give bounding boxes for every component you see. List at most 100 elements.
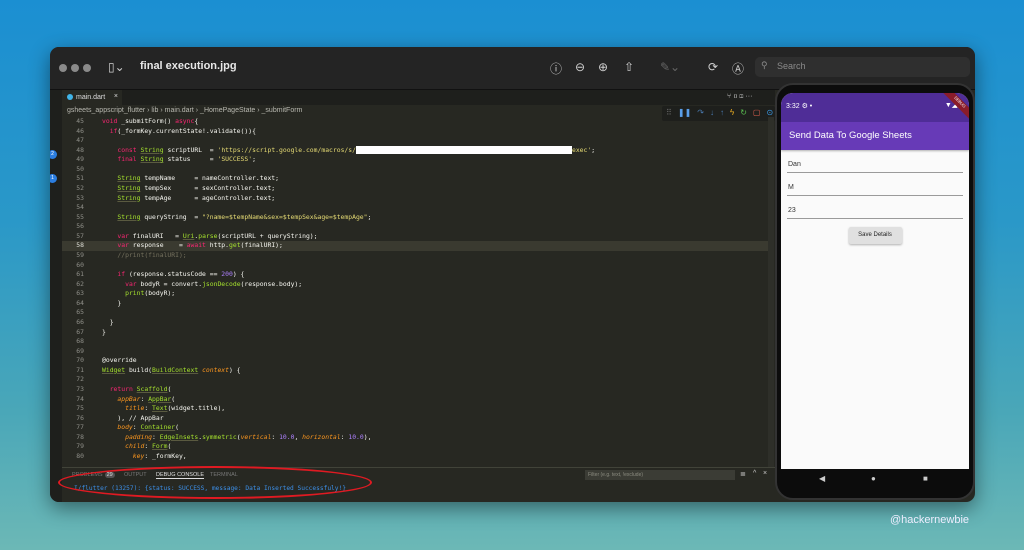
line-number[interactable]: 76 <box>62 414 84 424</box>
code-line[interactable]: 66 } <box>62 318 770 328</box>
line-number[interactable]: 70 <box>62 356 84 366</box>
info-icon[interactable]: ⓘ <box>550 60 562 77</box>
line-number[interactable]: 67 <box>62 328 84 338</box>
minimize-window-button[interactable] <box>71 64 79 72</box>
devtools-icon[interactable]: ⊙ <box>766 108 773 117</box>
step-out-icon[interactable]: ↑ <box>720 108 724 117</box>
code-line[interactable]: 72 <box>62 375 770 385</box>
code-line[interactable]: 68 <box>62 337 770 347</box>
code-line[interactable]: 74 appBar: AppBar( <box>62 395 770 405</box>
line-number[interactable]: 78 <box>62 433 84 443</box>
line-number[interactable]: 62 <box>62 280 84 290</box>
code-line[interactable]: 47 <box>62 136 770 146</box>
line-number[interactable]: 49 <box>62 155 84 165</box>
close-panel-icon[interactable]: × <box>763 470 767 477</box>
code-line[interactable]: 58 var response = await http.get(finalUR… <box>62 241 770 251</box>
line-number[interactable]: 72 <box>62 375 84 385</box>
tab-main-dart[interactable]: main.dart × <box>62 90 122 105</box>
step-over-icon[interactable]: ↷ <box>697 108 704 117</box>
line-number[interactable]: 61 <box>62 270 84 280</box>
code-line[interactable]: 60 <box>62 261 770 271</box>
line-number[interactable]: 51 <box>62 174 84 184</box>
code-line[interactable]: 45 void _submitForm() async{ <box>62 117 770 127</box>
line-number[interactable]: 47 <box>62 136 84 146</box>
sidebar-toggle-icon[interactable]: ▯⌄ <box>108 60 125 74</box>
home-icon[interactable]: ● <box>871 474 876 483</box>
code-line[interactable]: 61 if (response.statusCode == 200) { <box>62 270 770 280</box>
zoom-in-icon[interactable]: ⊕ <box>598 60 608 74</box>
markup-icon[interactable]: Ⓐ <box>732 60 744 77</box>
markup-pen-icon[interactable]: ✎⌄ <box>660 60 680 74</box>
line-number[interactable]: 54 <box>62 203 84 213</box>
line-number[interactable]: 45 <box>62 117 84 127</box>
clear-console-icon[interactable]: ≣ <box>740 470 746 478</box>
code-line[interactable]: 77 body: Container( <box>62 423 770 433</box>
line-number[interactable]: 56 <box>62 222 84 232</box>
code-line[interactable]: 51 String tempName = nameController.text… <box>62 174 770 184</box>
line-number[interactable]: 48 <box>62 146 84 156</box>
save-details-button[interactable]: Save Details <box>848 227 902 244</box>
code-line[interactable]: 62 var bodyR = convert.jsonDecode(respon… <box>62 280 770 290</box>
code-line[interactable]: 78 padding: EdgeInsets.symmetric(vertica… <box>62 433 770 443</box>
code-line[interactable]: 63 print(bodyR); <box>62 289 770 299</box>
code-line[interactable]: 67} <box>62 328 770 338</box>
editor-actions-icon[interactable]: ⑂ ▯ ◫ ··· <box>727 93 752 100</box>
editor-scrollbar[interactable] <box>768 117 774 467</box>
back-icon[interactable]: ◀ <box>819 474 825 483</box>
code-line[interactable]: 75 title: Text(widget.title), <box>62 404 770 414</box>
code-line[interactable]: 46 if(_formKey.currentState!.validate())… <box>62 127 770 137</box>
code-line[interactable]: 55 String queryString = "?name=$tempName… <box>62 213 770 223</box>
line-number[interactable]: 74 <box>62 395 84 405</box>
line-number[interactable]: 66 <box>62 318 84 328</box>
stop-icon[interactable]: ▢ <box>753 108 761 117</box>
recents-icon[interactable]: ■ <box>923 474 928 483</box>
line-number[interactable]: 53 <box>62 194 84 204</box>
search-input[interactable]: ⚲ Search <box>755 57 970 77</box>
age-field[interactable]: 23 <box>787 196 963 219</box>
line-number[interactable]: 46 <box>62 127 84 137</box>
line-number[interactable]: 71 <box>62 366 84 376</box>
line-number[interactable]: 77 <box>62 423 84 433</box>
line-number[interactable]: 55 <box>62 213 84 223</box>
line-number[interactable]: 69 <box>62 347 84 357</box>
rotate-icon[interactable]: ⟳ <box>708 60 718 74</box>
code-line[interactable]: 49 final String status = 'SUCCESS'; <box>62 155 770 165</box>
line-number[interactable]: 75 <box>62 404 84 414</box>
code-line[interactable]: 79 child: Form( <box>62 442 770 452</box>
code-line[interactable]: 64 } <box>62 299 770 309</box>
code-line[interactable]: 57 var finalURI = Uri.parse(scriptURL + … <box>62 232 770 242</box>
step-into-icon[interactable]: ↓ <box>710 108 714 117</box>
line-number[interactable]: 68 <box>62 337 84 347</box>
code-line[interactable]: 52 String tempSex = sexController.text; <box>62 184 770 194</box>
maximize-panel-icon[interactable]: ^ <box>753 470 756 477</box>
name-field[interactable]: Dan <box>787 150 963 173</box>
sex-field[interactable]: M <box>787 173 963 196</box>
code-line[interactable]: 70 @override <box>62 356 770 366</box>
code-line[interactable]: 56 <box>62 222 770 232</box>
code-line[interactable]: 73 return Scaffold( <box>62 385 770 395</box>
line-number[interactable]: 80 <box>62 452 84 462</box>
zoom-window-button[interactable] <box>83 64 91 72</box>
pause-icon[interactable]: ❚❚ <box>678 108 691 117</box>
console-filter-input[interactable]: Filter (e.g. text, !exclude) <box>585 470 735 480</box>
line-number[interactable]: 65 <box>62 308 84 318</box>
hot-reload-icon[interactable]: ϟ <box>730 108 734 117</box>
restart-icon[interactable]: ↻ <box>740 108 747 117</box>
code-line[interactable]: 53 String tempAge = ageController.text; <box>62 194 770 204</box>
line-number[interactable]: 58 <box>62 241 84 251</box>
code-line[interactable]: 50 <box>62 165 770 175</box>
line-number[interactable]: 63 <box>62 289 84 299</box>
close-window-button[interactable] <box>59 64 67 72</box>
line-number[interactable]: 59 <box>62 251 84 261</box>
code-line[interactable]: 54 <box>62 203 770 213</box>
line-number[interactable]: 64 <box>62 299 84 309</box>
line-number[interactable]: 79 <box>62 442 84 452</box>
code-line[interactable]: 69 <box>62 347 770 357</box>
code-line[interactable]: 71 Widget build(BuildContext context) { <box>62 366 770 376</box>
line-number[interactable]: 60 <box>62 261 84 271</box>
line-number[interactable]: 50 <box>62 165 84 175</box>
line-number[interactable]: 73 <box>62 385 84 395</box>
close-tab-icon[interactable]: × <box>114 93 118 100</box>
share-icon[interactable]: ⇧ <box>624 60 634 74</box>
code-line[interactable]: 48 const String scriptURL = 'https://scr… <box>62 145 770 156</box>
